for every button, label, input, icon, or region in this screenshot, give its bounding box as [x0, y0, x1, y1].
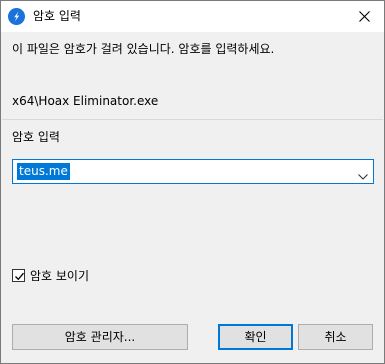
cancel-button[interactable]: 취소 — [298, 324, 373, 350]
close-button[interactable] — [344, 1, 384, 32]
password-combobox[interactable]: teus.me — [12, 159, 374, 184]
password-input[interactable]: teus.me — [17, 163, 70, 180]
ok-button[interactable]: 확인 — [218, 324, 293, 350]
checkmark-icon — [15, 272, 24, 281]
chevron-down-icon — [358, 174, 368, 180]
window-title: 암호 입력 — [33, 9, 81, 23]
password-manager-button[interactable]: 암호 관리자... — [12, 324, 188, 350]
app-logo-icon — [8, 8, 25, 25]
show-password-checkbox[interactable] — [12, 269, 25, 282]
title-bar[interactable]: 암호 입력 — [1, 1, 384, 32]
dropdown-button[interactable] — [358, 169, 368, 183]
file-path: x64\Hoax Eliminator.exe — [12, 94, 159, 108]
divider — [2, 119, 383, 120]
show-password-label: 암호 보이기 — [30, 269, 90, 283]
password-dialog: 암호 입력 이 파일은 암호가 걸려 있습니다. 암호를 입력하세요. x64\… — [0, 0, 385, 364]
prompt-message: 이 파일은 암호가 걸려 있습니다. 암호를 입력하세요. — [12, 42, 275, 56]
password-label: 암호 입력 — [12, 130, 60, 144]
close-icon — [359, 11, 370, 22]
